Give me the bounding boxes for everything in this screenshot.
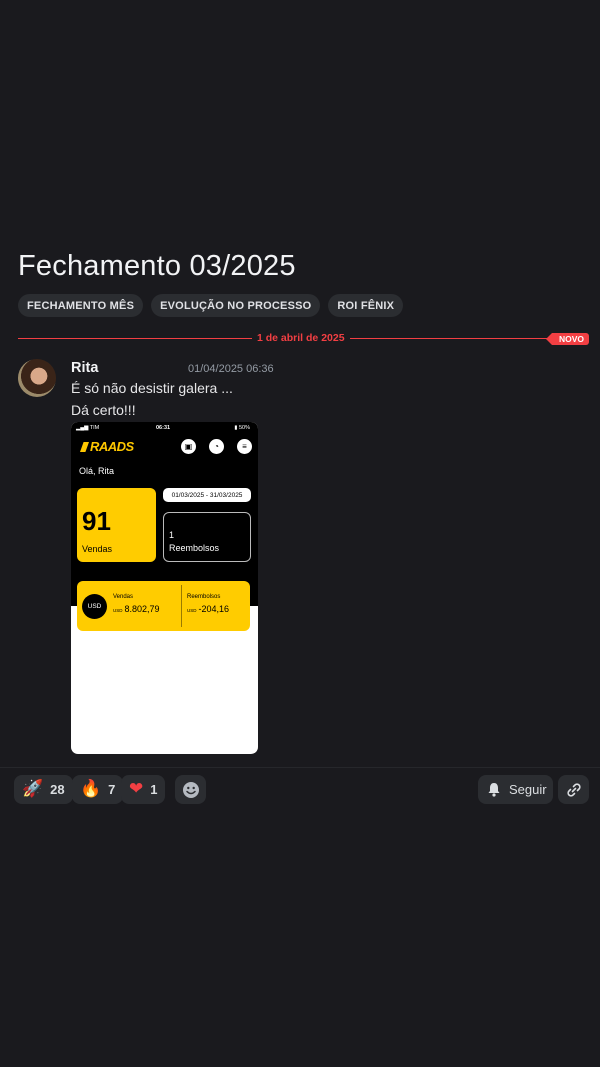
reaction-count: 1 (150, 782, 158, 797)
refunds-count: 1 (169, 530, 175, 540)
reaction-heart[interactable]: ❤ 1 (121, 775, 166, 804)
tag-list: FECHAMENTO MÊS EVOLUÇÃO NO PROCESSO ROI … (18, 294, 404, 317)
fire-icon: 🔥 (80, 779, 102, 799)
sales-label: Vendas (82, 544, 113, 554)
message-text-line: Dá certo!!! (71, 402, 136, 418)
battery-label: ▮ 50% (234, 425, 250, 431)
sales-count: 91 (82, 506, 111, 536)
usd-sales-value: USD 8.802,79 (113, 604, 160, 614)
follow-label: Seguir (509, 782, 547, 797)
usd-badge: USD (82, 594, 107, 619)
avatar[interactable] (18, 359, 56, 397)
attachment-dark-header: ▂▄▆ TIM 06:31 ▮ 50% RAADS ▣ ◔ ≡ Olá, Rit… (71, 422, 258, 606)
usd-refunds-value: USD -204,16 (187, 604, 230, 614)
bell-icon (488, 783, 500, 797)
author-name[interactable]: Rita (71, 360, 98, 376)
usd-summary-card: USD Vendas USD 8.802,79 Reembolsos USD -20… (77, 581, 250, 631)
heart-icon: ❤ (129, 779, 144, 799)
reaction-count: 7 (108, 782, 116, 797)
refunds-card: 1 Reembolsos (163, 512, 251, 562)
bell-icon: ◔ (209, 439, 224, 454)
image-attachment[interactable]: ▂▄▆ TIM 06:31 ▮ 50% RAADS ▣ ◔ ≡ Olá, Rit… (71, 422, 258, 754)
follow-button[interactable]: Seguir (478, 775, 553, 804)
menu-icon: ≡ (237, 439, 252, 454)
message-timestamp: 01/04/2025 06:36 (188, 363, 274, 375)
reaction-count: 28 (50, 782, 65, 797)
reaction-rocket[interactable]: 🚀 28 (14, 775, 73, 804)
tag-roi-fenix[interactable]: ROI FÊNIX (328, 294, 404, 317)
usd-divider (181, 585, 182, 627)
message-text-line: É só não desistir galera ... (71, 380, 233, 396)
reaction-fire[interactable]: 🔥 7 (72, 775, 124, 804)
refunds-label: Reembolsos (169, 543, 220, 553)
tag-fechamento-mes[interactable]: FECHAMENTO MÊS (18, 294, 144, 317)
raads-logo: RAADS (80, 439, 134, 454)
copy-link-button[interactable] (558, 775, 589, 804)
date-range-pill: 01/03/2025 - 31/03/2025 (163, 488, 251, 502)
rocket-icon: 🚀 (22, 779, 44, 799)
link-icon (566, 782, 581, 797)
phone-status-bar: ▂▄▆ TIM 06:31 ▮ 50% (71, 424, 258, 433)
section-divider (0, 767, 600, 768)
usd-refunds-label: Reembolsos (187, 594, 221, 600)
divider-date: 1 de abril de 2025 (252, 332, 350, 344)
greeting: Olá, Rita (79, 466, 115, 476)
status-time: 06:31 (156, 425, 171, 431)
logo-mark-icon (80, 442, 89, 452)
tag-evolucao-no-processo[interactable]: EVOLUÇÃO NO PROCESSO (151, 294, 321, 317)
add-reaction-button[interactable] (175, 775, 206, 804)
sales-card: 91 Vendas (77, 488, 156, 562)
thread-title: Fechamento 03/2025 (18, 250, 296, 282)
smiley-icon (182, 781, 199, 798)
carrier-label: ▂▄▆ TIM (76, 425, 100, 431)
new-badge: NOVO (545, 333, 590, 345)
usd-sales-label: Vendas (113, 594, 134, 600)
calendar-icon: ▣ (181, 439, 196, 454)
